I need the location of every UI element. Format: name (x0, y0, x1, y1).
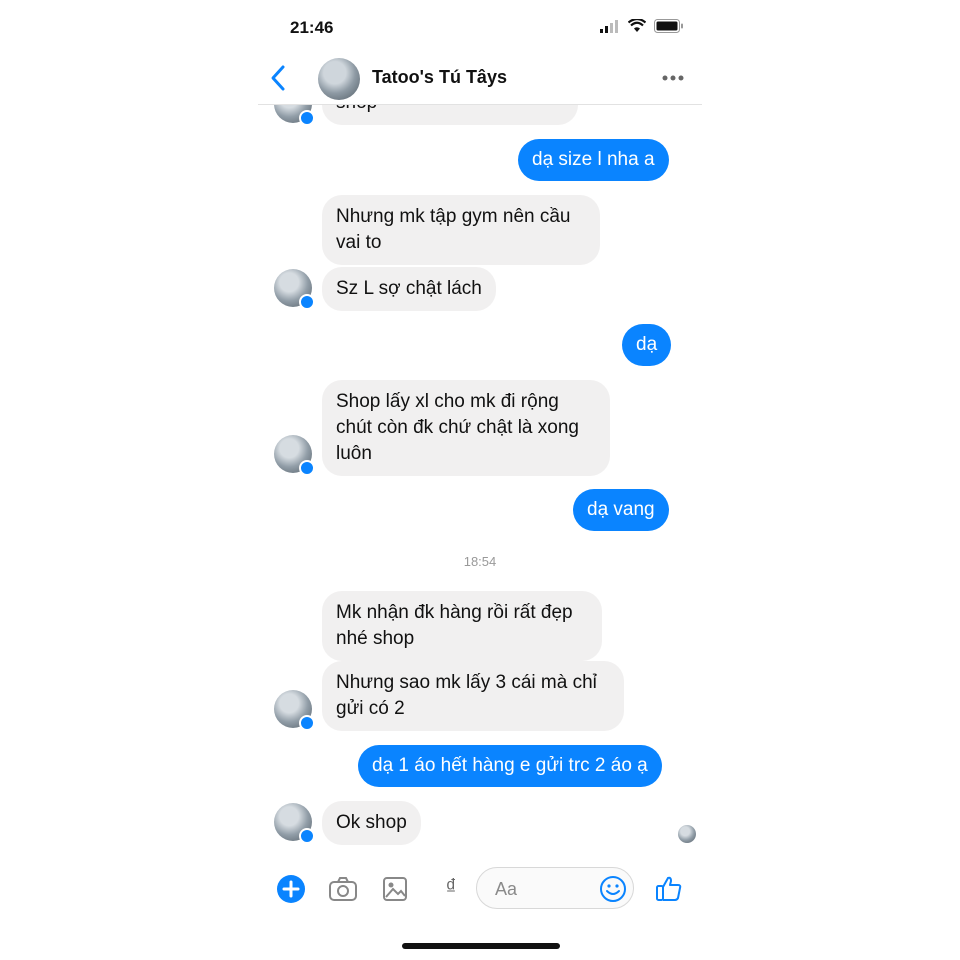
outgoing-message: dạ 1 áo hết hàng e gửi trc 2 áo ạ (358, 745, 662, 787)
messenger-badge-icon (299, 828, 315, 844)
chat-header: Tatoo's Tú Tâys (258, 52, 702, 105)
message-timestamp: 18:54 (463, 554, 497, 569)
back-chevron-icon[interactable] (266, 62, 292, 94)
messenger-badge-icon (299, 294, 315, 310)
incoming-message: Shop lấy xl cho mk đi rộng chút còn đk c… (322, 380, 610, 476)
seen-indicator-avatar (678, 825, 696, 843)
battery-icon (654, 19, 683, 33)
incoming-message: Sz L sợ chật lách (322, 267, 496, 311)
outgoing-message: dạ vang (573, 489, 669, 531)
more-dots-icon[interactable] (660, 68, 686, 88)
plus-icon[interactable] (276, 874, 306, 904)
status-time: 21:46 (290, 18, 334, 37)
message-composer: ₫ Aa (258, 866, 702, 912)
sender-avatar (274, 269, 315, 310)
status-icons (600, 19, 684, 33)
signal-icon (600, 20, 618, 33)
sender-avatar (274, 803, 315, 844)
message-list[interactable]: shop dạ size l nha a Nhưng mk tập gym nê… (258, 105, 702, 845)
messenger-badge-icon (299, 460, 315, 476)
outgoing-message: dạ size l nha a (518, 139, 669, 181)
sender-avatar (274, 435, 315, 476)
contact-name[interactable]: Tatoo's Tú Tâys (372, 67, 507, 88)
sender-avatar (274, 105, 315, 126)
message-input-placeholder: Aa (495, 879, 518, 899)
payment-icon[interactable]: ₫ (436, 872, 466, 902)
incoming-message: Nhưng sao mk lấy 3 cái mà chỉ gửi có 2 (322, 661, 624, 731)
incoming-message: Nhưng mk tập gym nên cầu vai to (322, 195, 600, 265)
incoming-message: Ok shop (322, 801, 421, 845)
message-input[interactable]: Aa (476, 867, 634, 909)
wifi-icon (628, 19, 646, 32)
home-indicator (402, 943, 560, 949)
incoming-message: Mk nhận đk hàng rồi rất đẹp nhé shop (322, 591, 602, 661)
contact-avatar[interactable] (318, 58, 360, 100)
messenger-badge-icon (299, 715, 315, 731)
sender-avatar (274, 690, 315, 731)
thumbs-up-icon[interactable] (654, 873, 684, 903)
emoji-icon[interactable] (599, 875, 627, 903)
image-icon[interactable] (380, 874, 410, 904)
messenger-screen: 21:46 Tatoo's Tú Tâys shop dạ size (258, 0, 702, 960)
outgoing-message: dạ (622, 324, 672, 366)
incoming-message: shop (322, 105, 578, 125)
camera-icon[interactable] (328, 874, 358, 904)
messenger-badge-icon (299, 110, 315, 126)
